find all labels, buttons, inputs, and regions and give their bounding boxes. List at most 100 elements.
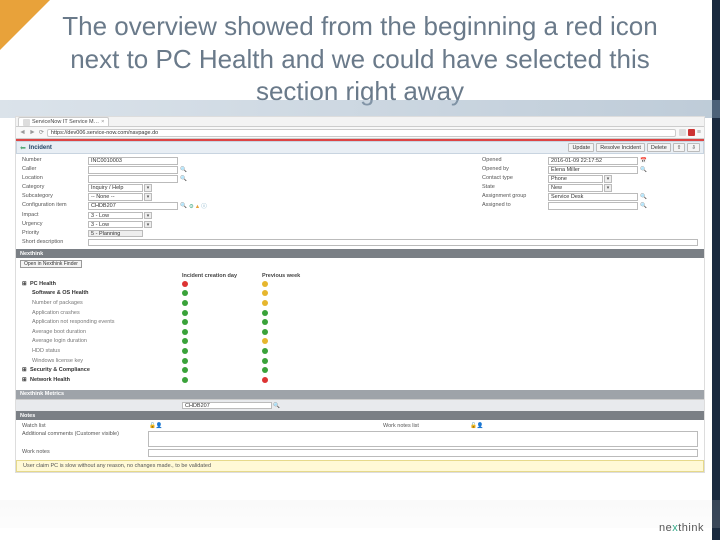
notes-section[interactable]: Notes	[16, 411, 704, 420]
metric-ci-field[interactable]: CHDB207	[182, 402, 272, 410]
form-next-icon[interactable]: ⇩	[687, 143, 700, 152]
status-dot-green	[262, 348, 268, 354]
openedby-field[interactable]: Elena Miller	[548, 166, 638, 174]
comments-label: Additional comments (Customer visible)	[22, 431, 142, 447]
row-network[interactable]: Network Health	[30, 377, 70, 383]
add-me-icon[interactable]: 👤	[477, 423, 484, 429]
form-back-icon[interactable]: ⬅	[20, 144, 26, 152]
metrics-table: Incident creation day Previous week ⊞PC …	[16, 270, 704, 390]
noscript-icon[interactable]	[688, 129, 695, 136]
status-dot-green	[182, 338, 188, 344]
ci-info-icon[interactable]: ⓘ	[201, 204, 207, 210]
url-input[interactable]: https://dev006.service-now.com/navpage.d…	[47, 129, 676, 137]
lookup-icon[interactable]: 🔍	[180, 176, 187, 182]
form-title: Incident	[29, 145, 52, 151]
resolve-button[interactable]: Resolve Incident	[596, 143, 645, 152]
dropdown-icon[interactable]: ▾	[604, 175, 612, 183]
dropdown-icon[interactable]: ▾	[144, 221, 152, 229]
urgency-field[interactable]: 3 - Low	[88, 221, 143, 229]
logo-part1: ne	[659, 522, 672, 534]
row-login: Average login duration	[22, 338, 182, 346]
lookup-icon[interactable]: 🔍	[640, 194, 647, 200]
lookup-icon[interactable]: 🔍	[180, 203, 187, 209]
browser-tab[interactable]: ServiceNow IT Service M… ×	[18, 117, 109, 126]
addon-icon[interactable]	[679, 129, 686, 136]
status-dot-yellow	[262, 281, 268, 287]
reload-icon[interactable]: ⟳	[39, 129, 44, 136]
worknotes-list-label: Work notes list	[383, 423, 463, 429]
status-dot-green	[182, 348, 188, 354]
dropdown-icon[interactable]: ▾	[604, 184, 612, 192]
location-field[interactable]	[88, 175, 178, 183]
tab-favicon-icon	[23, 119, 30, 126]
contact-field[interactable]: Phone	[548, 175, 603, 183]
notes-area: Watch list 🔓👤 Work notes list 🔓👤 Additio…	[16, 420, 704, 460]
row-boot: Average boot duration	[22, 329, 182, 337]
ci-label: Configuration item	[22, 202, 82, 210]
row-soft-os[interactable]: Software & OS Health	[32, 290, 89, 296]
row-crash: Application crashes	[22, 310, 182, 318]
close-icon[interactable]: ×	[101, 119, 104, 125]
state-field[interactable]: New	[548, 184, 603, 192]
contact-label: Contact type	[482, 175, 542, 183]
row-security[interactable]: Security & Compliance	[30, 367, 90, 373]
number-field[interactable]: INC0010003	[88, 157, 178, 165]
address-bar: ◄ ► ⟳ https://dev006.service-now.com/nav…	[16, 127, 704, 139]
col-previous-week: Previous week	[262, 273, 342, 279]
subcategory-field[interactable]: -- None --	[88, 193, 143, 201]
status-dot-green	[182, 367, 188, 373]
watch-label: Watch list	[22, 423, 142, 429]
number-label: Number	[22, 157, 82, 165]
form-header: ⬅ Incident Update Resolve Incident Delet…	[16, 141, 704, 154]
assigned-field[interactable]	[548, 202, 638, 210]
worknotes-label: Work notes	[22, 449, 142, 457]
status-dot-yellow	[262, 338, 268, 344]
status-dot-green	[182, 358, 188, 364]
expand-icon[interactable]: ⊞	[22, 367, 28, 373]
ci-field[interactable]: CHDB207	[88, 202, 178, 210]
back-icon[interactable]: ◄	[19, 129, 26, 136]
impact-label: Impact	[22, 212, 82, 220]
dropdown-icon[interactable]: ▾	[144, 184, 152, 192]
comments-field[interactable]	[148, 431, 698, 447]
status-dot-yellow	[262, 300, 268, 306]
lookup-icon[interactable]: 🔍	[273, 403, 280, 409]
row-pc-health[interactable]: PC Health	[30, 281, 56, 287]
group-field[interactable]: Service Desk	[548, 193, 638, 201]
opened-label: Opened	[482, 157, 542, 165]
expand-icon[interactable]: ⊞	[22, 281, 28, 287]
ci-tree-icon[interactable]: ▲	[195, 204, 200, 210]
menu-icon[interactable]: ≡	[697, 129, 701, 136]
row-pkg: Number of packages	[22, 300, 182, 308]
open-finder-button[interactable]: Open in Nexthink Finder	[20, 260, 82, 268]
dropdown-icon[interactable]: ▾	[144, 193, 152, 201]
opened-field[interactable]: 2016-01-09 22:17:52	[548, 157, 638, 165]
nexthink-section[interactable]: Nexthink	[16, 249, 704, 258]
forward-icon[interactable]: ►	[29, 129, 36, 136]
calendar-icon[interactable]: 📅	[640, 158, 647, 164]
category-field[interactable]: Inquiry / Help	[88, 184, 143, 192]
nexthink-metric-row: CHDB207🔍	[16, 399, 704, 412]
lookup-icon[interactable]: 🔍	[640, 167, 647, 173]
browser-window: ServiceNow IT Service M… × ◄ ► ⟳ https:/…	[15, 116, 705, 473]
form-prev-icon[interactable]: ⇧	[673, 143, 686, 152]
lookup-icon[interactable]: 🔍	[180, 167, 187, 173]
unlock-icon[interactable]: 🔓	[470, 423, 477, 429]
impact-field[interactable]: 3 - Low	[88, 212, 143, 220]
short-field[interactable]	[88, 239, 698, 247]
unlock-icon[interactable]: 🔓	[149, 423, 156, 429]
worknotes-field[interactable]	[148, 449, 698, 457]
status-dot-red	[262, 377, 268, 383]
priority-label: Priority	[22, 230, 82, 238]
note-text: User claim PC is slow without any reason…	[23, 463, 211, 469]
ci-show-icon[interactable]: ⚙	[189, 204, 194, 210]
side-stripe	[712, 0, 720, 540]
add-me-icon[interactable]: 👤	[156, 423, 163, 429]
delete-button[interactable]: Delete	[647, 143, 671, 152]
short-label: Short description	[22, 239, 82, 247]
update-button[interactable]: Update	[568, 143, 594, 152]
dropdown-icon[interactable]: ▾	[144, 212, 152, 220]
lookup-icon[interactable]: 🔍	[640, 203, 647, 209]
caller-field[interactable]	[88, 166, 178, 174]
expand-icon[interactable]: ⊞	[22, 377, 28, 383]
